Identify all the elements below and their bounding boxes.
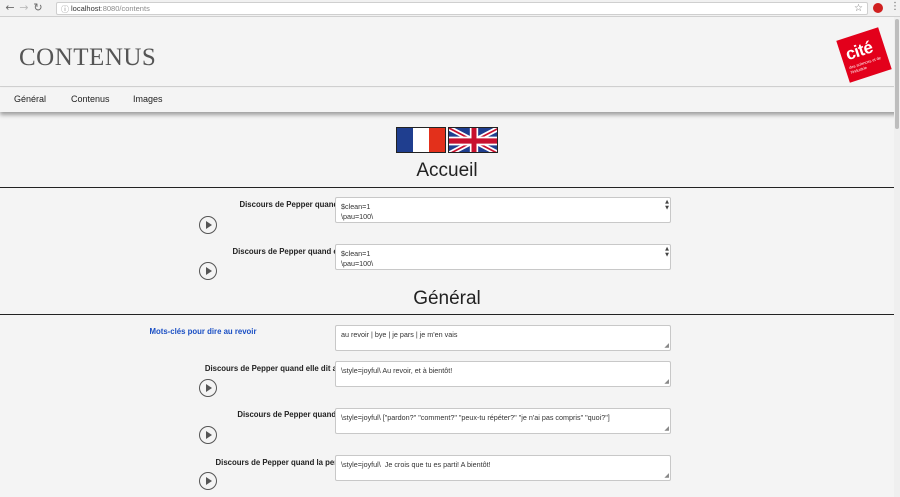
address-bar[interactable]: ⓘ localhost:8080/contents ☆ (56, 2, 868, 15)
nav-item-general[interactable]: Général (14, 94, 46, 104)
text-field[interactable]: \style=joyful\ Je crois que tu es parti!… (335, 455, 671, 481)
browser-menu-icon[interactable]: ⋮ (890, 1, 900, 12)
text-field[interactable]: $clean=1 \pau=100\ ▲ ▼ (335, 244, 671, 270)
back-icon[interactable]: ← (4, 2, 16, 14)
page-title: CONTENUS (19, 44, 157, 71)
play-icon[interactable] (199, 379, 217, 397)
section-divider (0, 314, 894, 315)
page-scrollbar[interactable] (894, 17, 900, 497)
resize-grip-icon[interactable]: ◢ (664, 471, 669, 481)
resize-grip-icon[interactable]: ◢ (664, 424, 669, 434)
bookmark-star-icon[interactable]: ☆ (854, 3, 863, 14)
resize-grip-icon[interactable]: ◢ (664, 341, 669, 351)
reload-icon[interactable]: ↻ (32, 2, 44, 14)
play-icon[interactable] (199, 262, 217, 280)
scrollbar-thumb[interactable] (895, 19, 899, 129)
nav-item-contenus[interactable]: Contenus (71, 94, 110, 104)
resize-grip-icon[interactable]: ◢ (664, 377, 669, 387)
page-header: CONTENUS cité des sciences et de l'indus… (0, 17, 900, 87)
url-text: localhost:8080/contents (71, 4, 150, 13)
info-icon[interactable]: ⓘ (61, 4, 69, 15)
cite-logo: cité des sciences et de l'industrie (836, 27, 892, 83)
browser-toolbar: ← → ↻ ⓘ localhost:8080/contents ☆ ⋮ (0, 0, 900, 17)
spinner-arrows-icon[interactable]: ▲ ▼ (665, 199, 669, 211)
main-nav: Général Contenus Images (0, 88, 900, 112)
section-divider (0, 187, 894, 188)
play-icon[interactable] (199, 216, 217, 234)
text-field[interactable]: au revoir | bye | je pars | je m'en vais… (335, 325, 671, 351)
text-field[interactable]: \style=joyful\ ["pardon?" "comment?" "pe… (335, 408, 671, 434)
extension-icon[interactable] (873, 3, 883, 13)
forward-icon[interactable]: → (18, 2, 30, 14)
spinner-arrows-icon[interactable]: ▲ ▼ (665, 246, 669, 258)
text-field[interactable]: \style=joyful\ Au revoir, et à bientôt! ◢ (335, 361, 671, 387)
section-title-accueil: Accueil (416, 160, 478, 181)
play-icon[interactable] (199, 472, 217, 490)
english-flag-button[interactable] (448, 127, 498, 153)
text-field[interactable]: $clean=1 \pau=100\ ▲ ▼ (335, 197, 671, 223)
french-flag-button[interactable] (396, 127, 446, 153)
play-icon[interactable] (199, 426, 217, 444)
section-title-general: Général (413, 288, 481, 309)
nav-item-images[interactable]: Images (133, 94, 163, 104)
